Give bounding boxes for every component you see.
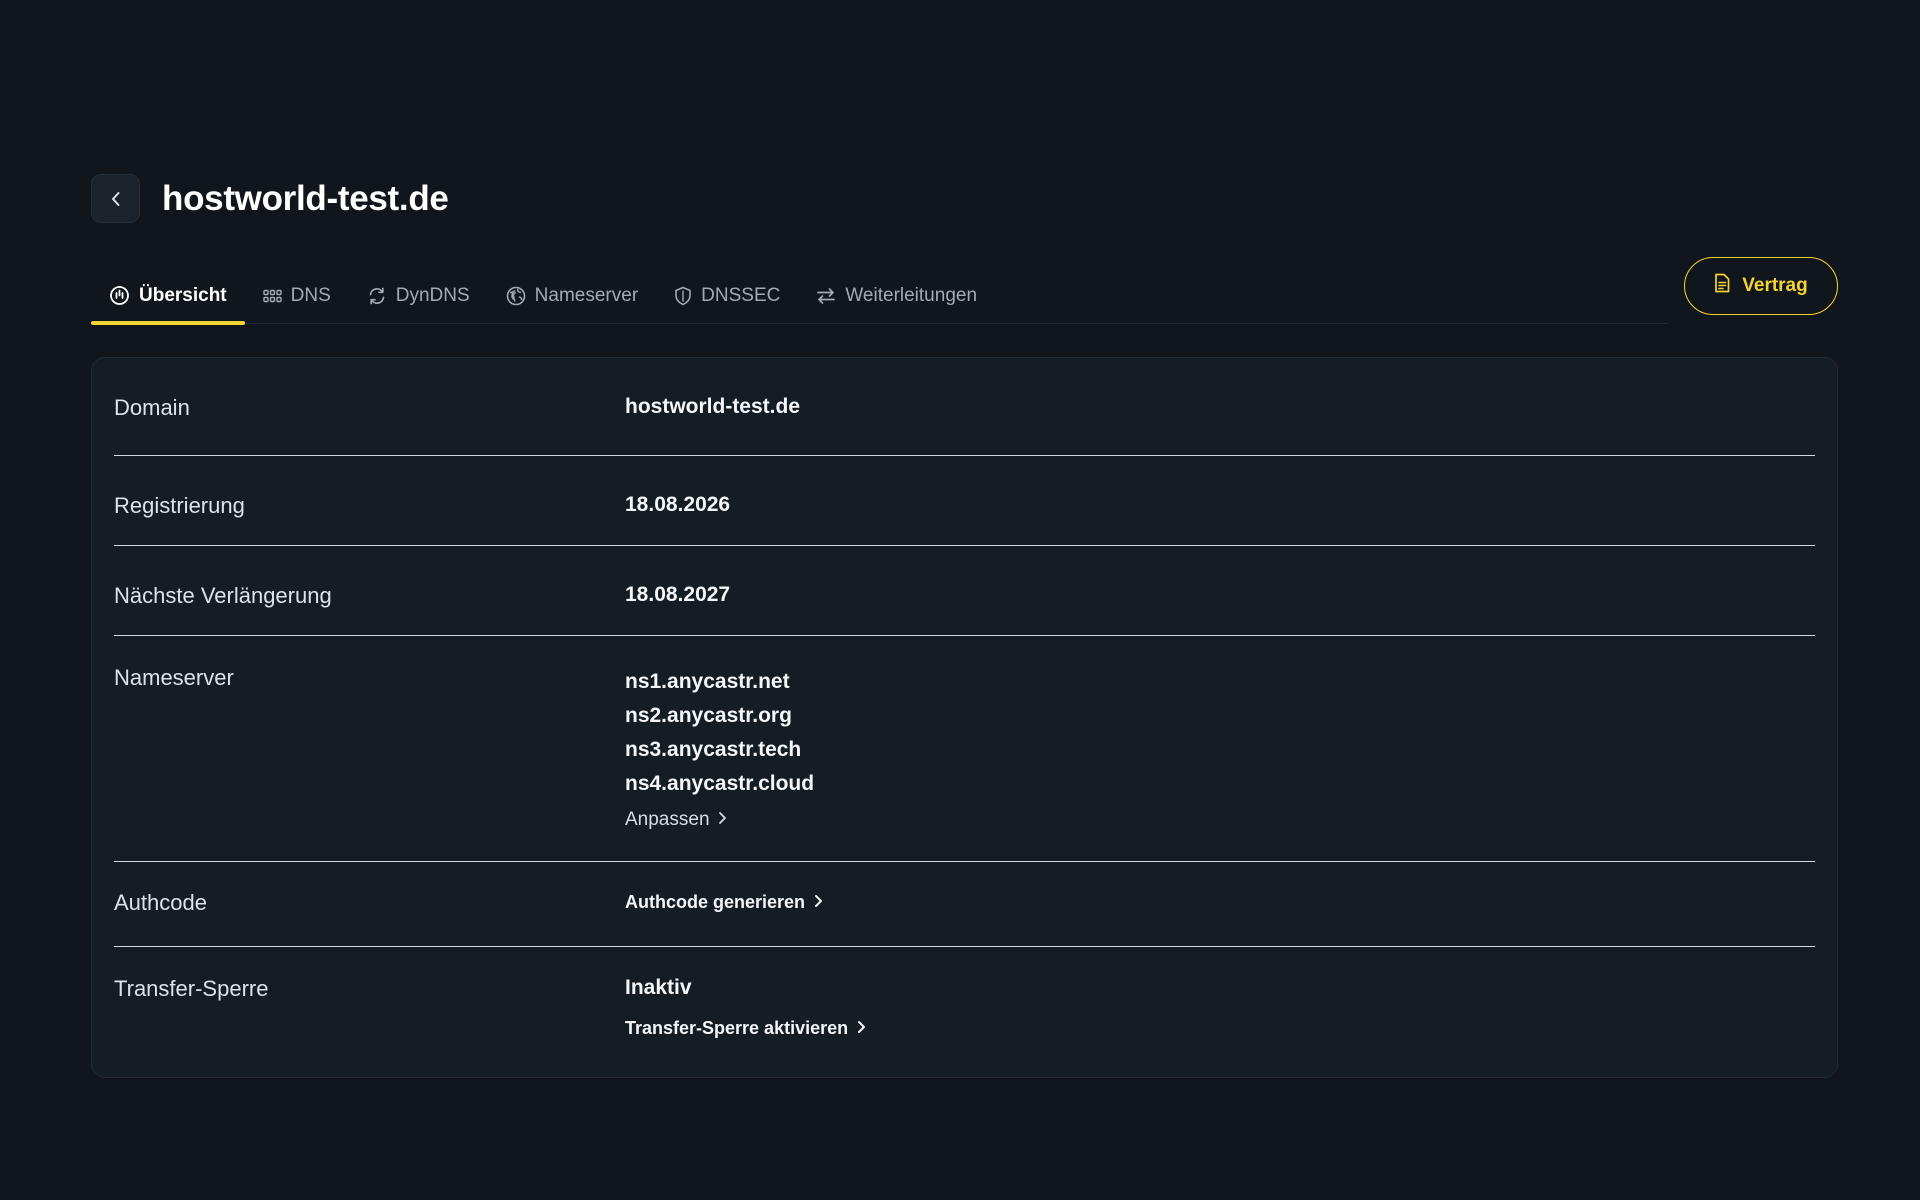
activate-transfer-lock-link[interactable]: Transfer-Sperre aktivieren (625, 1018, 866, 1039)
detail-row-registration: Registrierung 18.08.2026 (114, 456, 1815, 546)
tab-dyndns[interactable]: DynDNS (349, 268, 488, 323)
document-icon (1714, 273, 1730, 299)
nameserver-entry: ns3.anycastr.tech (625, 738, 802, 761)
transfer-lock-value: Inaktiv Transfer-Sperre aktivieren (625, 947, 1815, 1078)
detail-row-domain: Domain hostworld-test.de (114, 358, 1815, 456)
detail-row-transfer-lock: Transfer-Sperre Inaktiv Transfer-Sperre … (114, 947, 1815, 1078)
detail-row-nameserver: Nameserver ns1.anycastr.net ns2.anycastr… (114, 636, 1815, 862)
tab-label: Nameserver (534, 284, 639, 306)
chevron-left-icon (109, 190, 123, 208)
page: hostworld-test.de Übersicht DNS DynDNS N… (0, 0, 1920, 1200)
shield-icon (674, 286, 692, 306)
contract-button-label: Vertrag (1742, 275, 1808, 296)
info-clock-icon (109, 285, 130, 306)
tab-label: DynDNS (395, 284, 470, 306)
nameserver-entry: ns2.anycastr.org (625, 704, 792, 727)
arrows-swap-icon (816, 287, 836, 305)
detail-label: Nächste Verlängerung (114, 583, 332, 608)
chevron-right-icon (857, 1018, 866, 1039)
detail-label: Nameserver (114, 665, 234, 690)
authcode-value: Authcode generieren (625, 862, 1815, 946)
tab-dns[interactable]: DNS (245, 268, 349, 323)
generate-authcode-link[interactable]: Authcode generieren (625, 892, 823, 913)
generate-authcode-label: Authcode generieren (625, 892, 806, 912)
chevron-right-icon (718, 809, 727, 831)
page-title: hostworld-test.de (162, 178, 449, 218)
detail-label: Registrierung (114, 493, 245, 518)
globe-icon (506, 286, 526, 306)
tab-nameserver[interactable]: Nameserver (488, 268, 656, 323)
refresh-icon (367, 286, 387, 306)
activate-transfer-lock-label: Transfer-Sperre aktivieren (625, 1018, 849, 1038)
detail-row-authcode: Authcode Authcode generieren (114, 862, 1815, 947)
tab-dnssec[interactable]: DNSSEC (656, 268, 798, 323)
detail-row-next-renewal: Nächste Verlängerung 18.08.2027 (114, 546, 1815, 636)
contract-button[interactable]: Vertrag (1684, 257, 1838, 315)
nameserver-list: ns1.anycastr.net ns2.anycastr.org ns3.an… (625, 636, 1815, 861)
adjust-nameserver-label: Anpassen (625, 809, 710, 830)
tab-forwarding[interactable]: Weiterleitungen (798, 268, 995, 323)
adjust-nameserver-link[interactable]: Anpassen (625, 809, 727, 831)
page-header: hostworld-test.de (91, 174, 449, 223)
tab-label: Weiterleitungen (845, 284, 978, 306)
tab-label: Übersicht (139, 284, 227, 306)
transfer-lock-status: Inaktiv (625, 976, 692, 999)
tab-label: DNS (290, 284, 331, 306)
detail-label: Transfer-Sperre (114, 976, 269, 1001)
chevron-right-icon (814, 892, 823, 913)
detail-value: 18.08.2026 (625, 493, 731, 516)
detail-label: Authcode (114, 890, 207, 915)
nameserver-entry: ns4.anycastr.cloud (625, 772, 815, 795)
detail-value: hostworld-test.de (625, 395, 801, 418)
tab-overview[interactable]: Übersicht (91, 268, 245, 325)
back-button[interactable] (91, 174, 140, 223)
nameserver-entry: ns1.anycastr.net (625, 670, 790, 693)
domain-details-card: Domain hostworld-test.de Registrierung 1… (91, 357, 1838, 1078)
detail-label: Domain (114, 395, 190, 420)
tab-label: DNSSEC (701, 284, 781, 306)
tab-bar: Übersicht DNS DynDNS Nameserver DNSSEC W… (91, 268, 1668, 325)
grid-dots-icon (262, 289, 282, 303)
detail-value: 18.08.2027 (625, 583, 731, 606)
